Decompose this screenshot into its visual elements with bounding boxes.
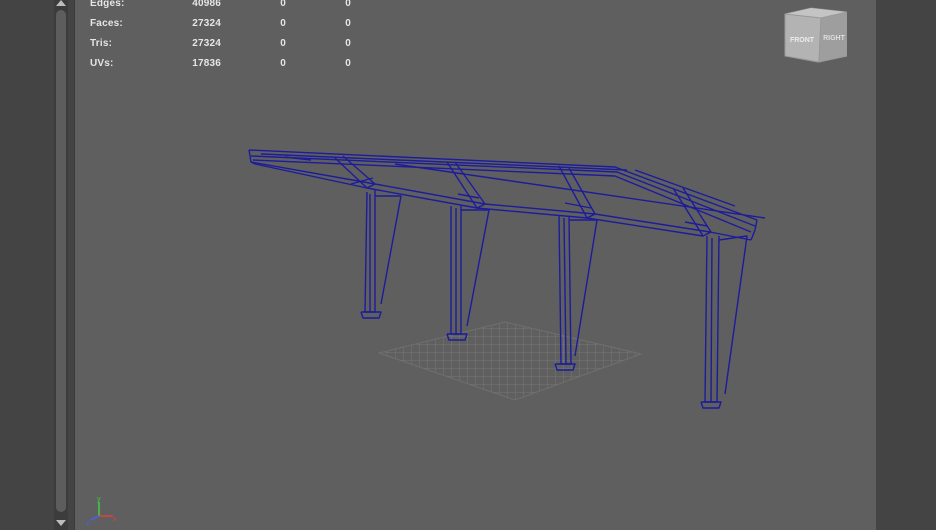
viewcube-right-label: RIGHT (823, 35, 846, 42)
column (446, 206, 490, 341)
scene-wireframe[interactable] (75, 0, 876, 530)
scroll-thumb[interactable] (56, 10, 66, 512)
left-panel (0, 0, 54, 530)
axis-gizmo-icon: y x z (86, 496, 117, 526)
3d-viewport[interactable]: Edges: 40986 0 0 Faces: 27324 0 0 Tris: … (74, 0, 876, 530)
column (360, 190, 402, 319)
scroll-up-icon[interactable] (56, 0, 66, 6)
scroll-down-icon[interactable] (56, 520, 66, 526)
viewcube-front-label: FRONT (790, 37, 815, 44)
axis-x-label: x (113, 516, 117, 523)
column (700, 235, 748, 409)
view-cube-icon[interactable]: FRONT RIGHT (777, 4, 847, 66)
right-panel (876, 0, 936, 530)
vertical-scrollbar[interactable] (54, 0, 68, 530)
axis-z-label: z (86, 520, 90, 526)
axis-y-label: y (97, 496, 101, 503)
ground-grid (377, 321, 643, 401)
